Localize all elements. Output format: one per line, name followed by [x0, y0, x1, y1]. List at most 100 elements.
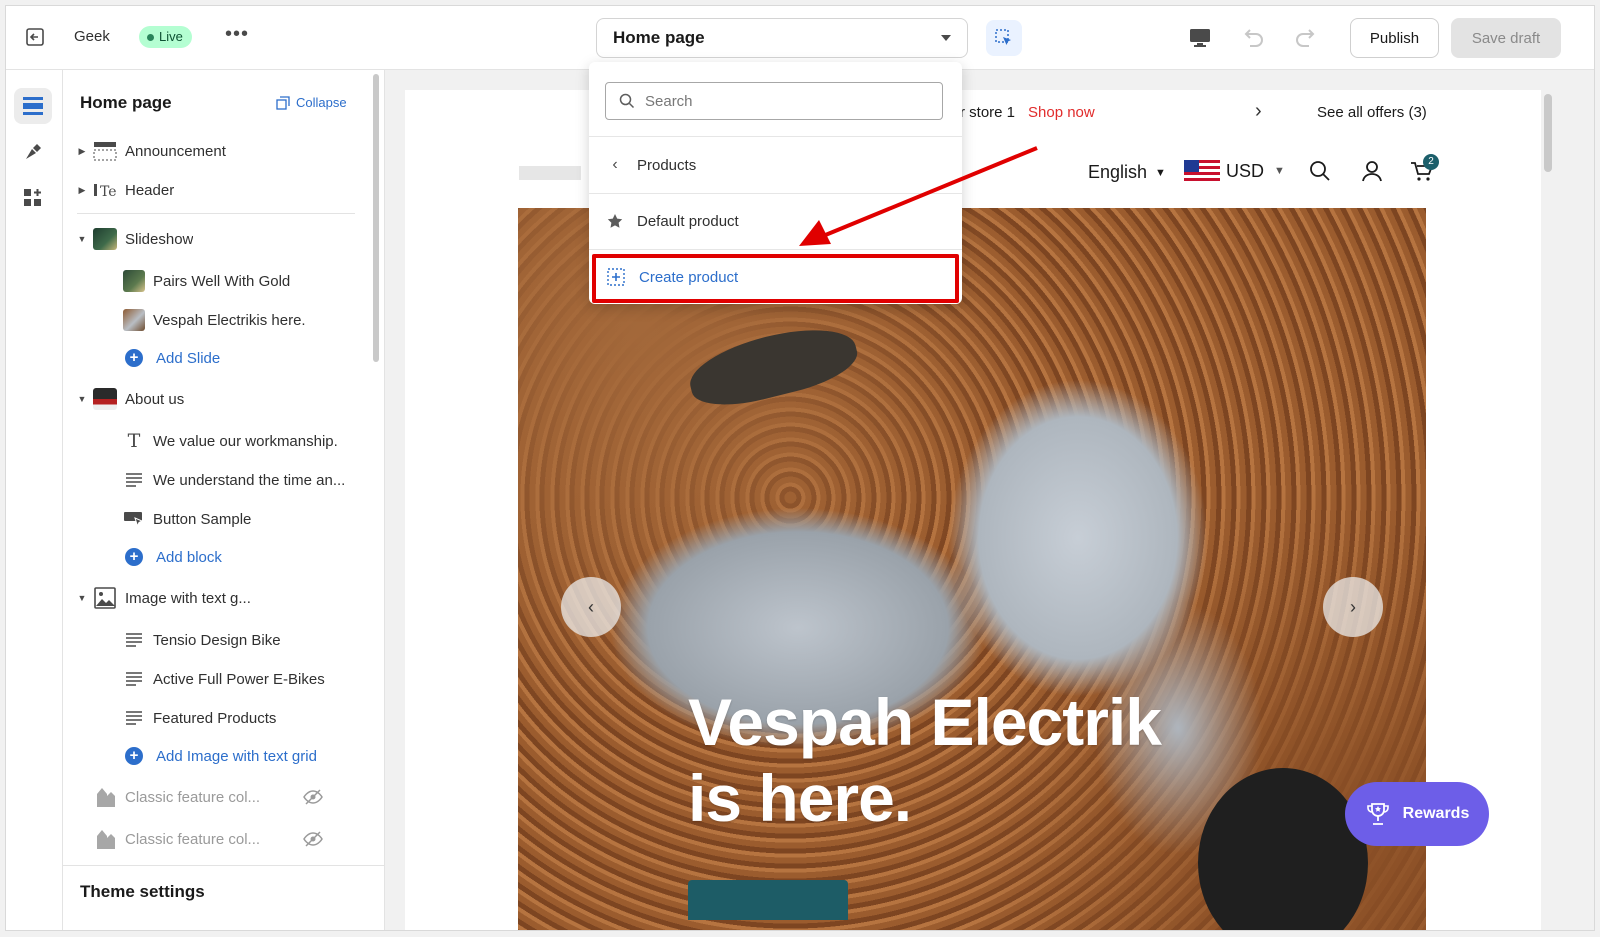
- page-selector-dropdown: ‹ Products Default product Create produc…: [589, 62, 962, 304]
- chevron-right-icon[interactable]: ›: [1255, 100, 1262, 123]
- create-product-label: Create product: [639, 268, 739, 286]
- save-draft-button[interactable]: Save draft: [1451, 18, 1561, 58]
- language-label: English: [1088, 162, 1148, 182]
- plus-circle-icon: +: [125, 747, 143, 765]
- star-icon: [607, 214, 623, 228]
- feature-columns-icon: [97, 788, 115, 807]
- search-field[interactable]: [605, 82, 943, 120]
- add-image-grid-label: Add Image with text grid: [156, 747, 317, 765]
- sidebar-child-slide[interactable]: Vespah Electrikis here.: [63, 302, 363, 338]
- add-image-with-text-grid-button[interactable]: + Add Image with text grid: [63, 738, 363, 774]
- cart-count-badge: 2: [1423, 154, 1439, 170]
- see-all-offers-link[interactable]: See all offers (3): [1317, 104, 1427, 121]
- section-sidebar: Home page Collapse ▶ Announcement ▶ Te H…: [63, 70, 385, 930]
- search-input[interactable]: [645, 92, 905, 110]
- header-icon: Te: [94, 184, 117, 200]
- account-icon[interactable]: [1361, 160, 1383, 182]
- sidebar-item-label: Slideshow: [125, 230, 194, 248]
- add-slide-label: Add Slide: [156, 349, 221, 367]
- sidebar-child-label: Pairs Well With Gold: [153, 272, 291, 290]
- sidebar-title: Home page: [80, 93, 172, 112]
- sidebar-item-announcement[interactable]: ▶ Announcement: [63, 133, 363, 169]
- sidebar-item-slideshow[interactable]: ▼ Slideshow: [63, 221, 363, 257]
- plus-circle-icon: +: [125, 548, 143, 566]
- hero-heading-line: Vespah Electrik: [688, 685, 1162, 759]
- sidebar-child-text[interactable]: We understand the time an...: [63, 462, 363, 498]
- rewards-button[interactable]: Rewards: [1345, 782, 1489, 846]
- sidebar-item-label: About us: [125, 390, 185, 408]
- sidebar-item-image-with-text-grid[interactable]: ▼ Image with text g...: [63, 580, 363, 616]
- desktop-icon[interactable]: [1189, 28, 1211, 53]
- sidebar-item-about-us[interactable]: ▼ About us: [63, 381, 363, 417]
- slide-thumbnail: [123, 309, 145, 331]
- undo-icon[interactable]: [1241, 26, 1265, 53]
- sidebar-item-label: Image with text g...: [125, 589, 251, 607]
- sidebar-child-label: Vespah Electrikis here.: [153, 311, 306, 329]
- sidebar-scrollbar[interactable]: [373, 74, 379, 362]
- chevron-right-icon: ▶: [78, 184, 86, 195]
- slideshow-hero[interactable]: ‹ › Vespah Electrik is here.: [518, 208, 1426, 930]
- default-product-item[interactable]: Default product: [589, 199, 962, 243]
- hero-cta-button[interactable]: [688, 880, 848, 920]
- sidebar-item-label: Classic feature col...: [125, 788, 261, 806]
- theme-settings-label: Theme settings: [80, 882, 205, 901]
- sidebar-child-text[interactable]: Tensio Design Bike: [63, 622, 363, 658]
- more-actions-button[interactable]: •••: [225, 23, 249, 46]
- chevron-down-icon: ▼: [1274, 165, 1285, 177]
- announcement-text: r store 1: [960, 104, 1016, 121]
- page-selector[interactable]: Home page: [596, 18, 968, 58]
- back-item-label: Products: [637, 156, 697, 174]
- sidebar-child-button[interactable]: Button Sample: [63, 501, 363, 537]
- collapse-button[interactable]: Collapse: [276, 95, 347, 110]
- currency-label: USD: [1226, 160, 1265, 181]
- brush-icon[interactable]: [14, 134, 52, 170]
- sidebar-item-classic-feature[interactable]: Classic feature col...: [63, 779, 363, 815]
- create-product-item[interactable]: Create product: [589, 255, 962, 299]
- sidebar-child-heading[interactable]: T We value our workmanship.: [63, 423, 363, 459]
- dropdown-divider: [589, 249, 962, 250]
- search-icon[interactable]: [1309, 160, 1331, 182]
- store-logo[interactable]: [519, 166, 581, 180]
- publish-button[interactable]: Publish: [1350, 18, 1439, 58]
- rewards-label: Rewards: [1402, 805, 1470, 822]
- sidebar-item-classic-feature[interactable]: Classic feature col...: [63, 821, 363, 857]
- eye-off-icon[interactable]: [303, 831, 323, 847]
- about-us-thumbnail: [93, 388, 117, 410]
- add-slide-button[interactable]: + Add Slide: [63, 340, 363, 376]
- back-to-products-item[interactable]: ‹ Products: [589, 143, 962, 187]
- scooter-seat: [683, 316, 863, 416]
- sections-icon[interactable]: [14, 88, 52, 124]
- image-icon: [94, 587, 116, 609]
- collapse-icon: [276, 95, 290, 110]
- sidebar-child-text[interactable]: Featured Products: [63, 700, 363, 736]
- announcement-link[interactable]: Shop now: [1028, 104, 1095, 121]
- currency-selector[interactable]: USD ▼: [1184, 160, 1285, 182]
- sidebar-child-label: Active Full Power E-Bikes: [153, 670, 325, 688]
- apps-icon[interactable]: [14, 180, 52, 216]
- us-flag-icon: [1184, 160, 1220, 182]
- sidebar-child-label: Tensio Design Bike: [153, 631, 281, 649]
- exit-icon[interactable]: [24, 26, 46, 48]
- hero-heading-line: is here.: [688, 761, 912, 835]
- eye-off-icon[interactable]: [303, 789, 323, 805]
- chevron-down-icon: ▼: [77, 394, 87, 404]
- add-block-button[interactable]: + Add block: [63, 539, 363, 575]
- sidebar-child-label: Button Sample: [153, 510, 252, 528]
- svg-text:Te: Te: [100, 184, 117, 200]
- sidebar-child-text[interactable]: Active Full Power E-Bikes: [63, 661, 363, 697]
- language-selector[interactable]: English ▼: [1088, 162, 1166, 183]
- live-dot-icon: [147, 33, 154, 41]
- preview-scrollbar[interactable]: [1544, 94, 1552, 172]
- slide-prev-button[interactable]: ‹: [561, 577, 621, 637]
- sidebar-item-header[interactable]: ▶ Te Header: [63, 172, 363, 208]
- redo-icon[interactable]: [1294, 26, 1318, 53]
- theme-editor: Geek Live ••• Home page Publish Save dra…: [5, 5, 1595, 931]
- sidebar-item-label: Header: [125, 181, 175, 199]
- slide-next-button[interactable]: ›: [1323, 577, 1383, 637]
- inspector-toggle[interactable]: [986, 20, 1022, 56]
- theme-settings-button[interactable]: Theme settings: [63, 865, 384, 930]
- add-template-icon: [607, 268, 625, 286]
- slide-thumbnail: [123, 270, 145, 292]
- sidebar-child-slide[interactable]: Pairs Well With Gold: [63, 263, 363, 299]
- sidebar-item-label: Classic feature col...: [125, 830, 261, 848]
